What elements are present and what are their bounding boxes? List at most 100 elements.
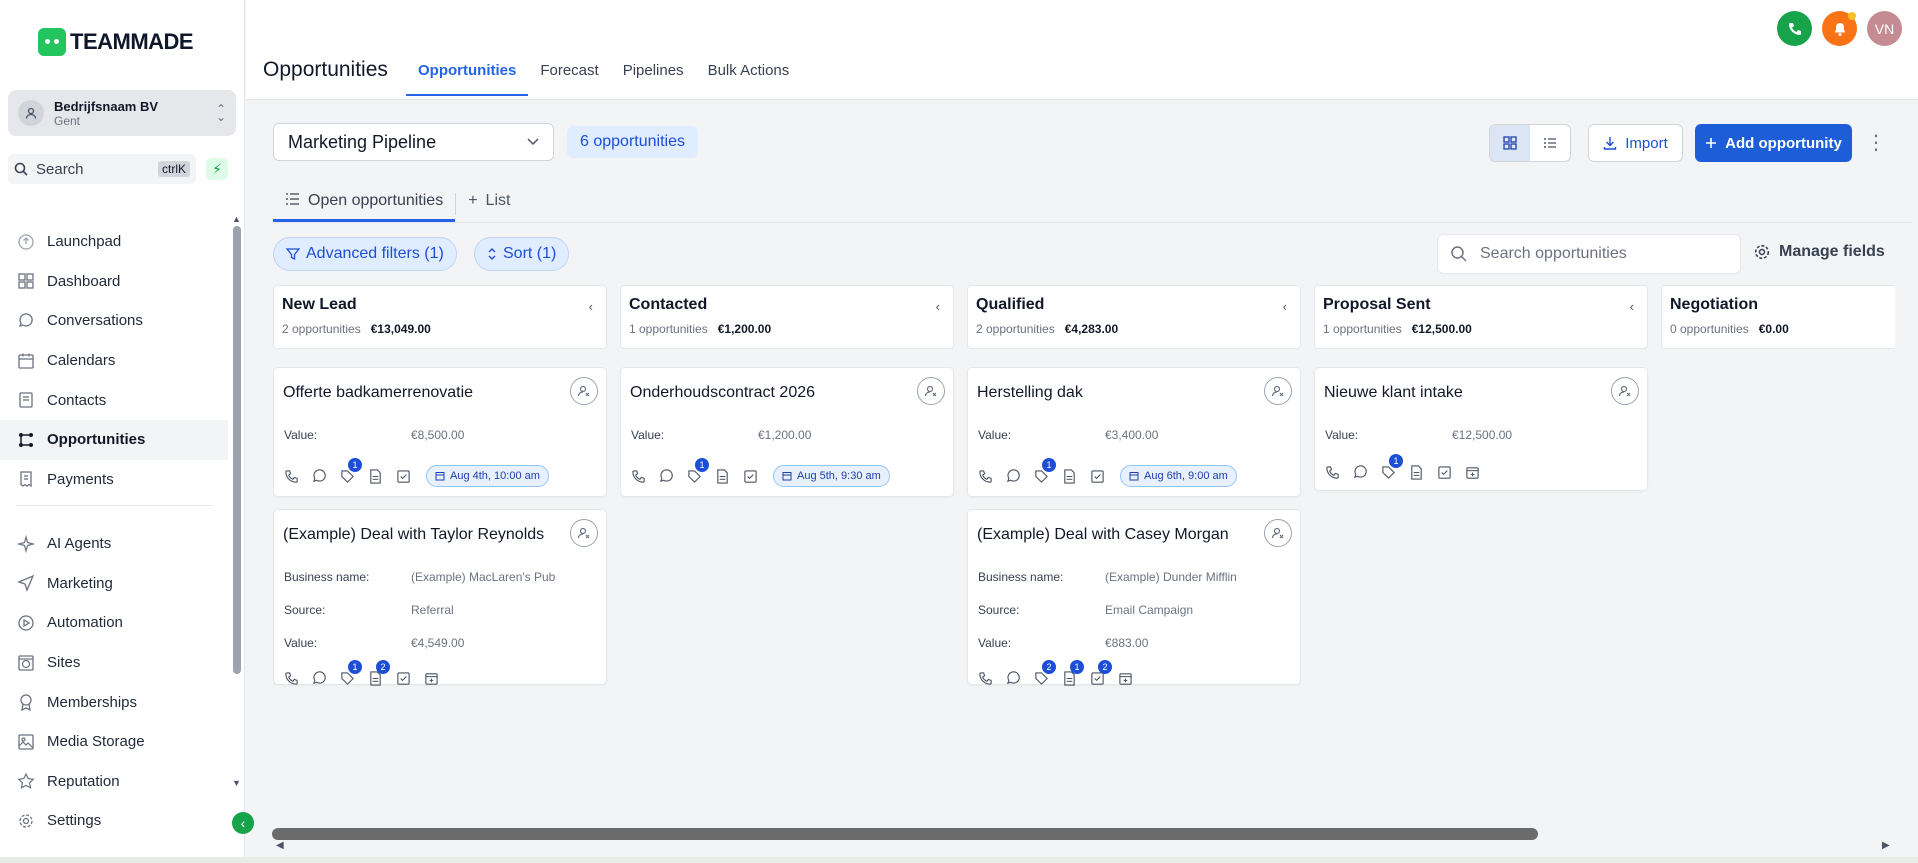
- phone-icon[interactable]: [978, 466, 1006, 486]
- chevron-left-icon[interactable]: ‹: [589, 299, 593, 314]
- opportunity-count-badge: 6 opportunities: [567, 126, 698, 158]
- tag-icon[interactable]: 1: [1381, 454, 1409, 482]
- task-icon[interactable]: 2: [1090, 660, 1118, 688]
- tag-icon[interactable]: 1: [1034, 458, 1062, 486]
- appointment-chip[interactable]: Aug 5th, 9:30 am: [773, 465, 890, 487]
- chevron-left-icon[interactable]: ‹: [1283, 299, 1287, 314]
- phone-icon[interactable]: [978, 668, 1006, 688]
- document-icon[interactable]: [1062, 466, 1090, 486]
- chat-icon[interactable]: [1353, 462, 1381, 482]
- pipeline-select[interactable]: Marketing Pipeline: [273, 123, 554, 161]
- sidebar-item-opportunities[interactable]: Opportunities: [0, 419, 228, 460]
- chat-icon[interactable]: [1006, 668, 1034, 688]
- opportunity-card[interactable]: Offerte badkamerrenovatie Value: €8,500.0…: [273, 367, 607, 497]
- board-horizontal-scrollbar[interactable]: [272, 828, 1538, 840]
- tag-icon[interactable]: 2: [1034, 660, 1062, 688]
- assign-user-icon[interactable]: [1264, 519, 1292, 547]
- chat-icon[interactable]: [312, 466, 340, 486]
- task-icon[interactable]: [1090, 466, 1118, 486]
- scroll-down-icon[interactable]: ▼: [232, 778, 241, 788]
- assign-user-icon[interactable]: [570, 519, 598, 547]
- manage-fields-button[interactable]: Manage fields: [1753, 243, 1885, 261]
- sidebar-item-contacts[interactable]: Contacts: [0, 380, 228, 420]
- sidebar-item-automation[interactable]: Automation: [0, 603, 228, 643]
- document-icon[interactable]: 1: [1062, 660, 1090, 688]
- add-opportunity-button[interactable]: Add opportunity: [1695, 124, 1852, 162]
- sidebar-item-ai-agents[interactable]: AI Agents: [0, 524, 228, 564]
- sidebar-item-launchpad[interactable]: Launchpad: [0, 222, 228, 262]
- calendar-add-icon[interactable]: [1465, 462, 1493, 482]
- task-icon[interactable]: [743, 466, 771, 486]
- phone-icon[interactable]: [631, 466, 659, 486]
- document-icon[interactable]: [715, 466, 743, 486]
- phone-icon[interactable]: [284, 466, 312, 486]
- chevron-left-icon[interactable]: ‹: [1630, 299, 1634, 314]
- collapse-sidebar-icon[interactable]: ‹: [232, 812, 254, 834]
- import-button[interactable]: Import: [1588, 124, 1683, 162]
- task-icon[interactable]: [1437, 462, 1465, 482]
- bell-icon[interactable]: [1822, 11, 1857, 46]
- assign-user-icon[interactable]: [917, 377, 945, 405]
- sidebar-item-calendars[interactable]: Calendars: [0, 341, 228, 381]
- sidebar-scrollbar[interactable]: [233, 226, 241, 674]
- document-icon[interactable]: 2: [368, 660, 396, 688]
- sidebar-item-payments[interactable]: Payments: [0, 460, 228, 500]
- lightning-icon[interactable]: ⚡: [206, 158, 228, 180]
- chat-icon[interactable]: [1006, 466, 1034, 486]
- appointment-chip[interactable]: Aug 4th, 10:00 am: [426, 465, 549, 487]
- sidebar-item-settings[interactable]: Settings: [0, 801, 228, 841]
- tag-icon[interactable]: 1: [340, 458, 368, 486]
- tab-forecast[interactable]: Forecast: [528, 52, 610, 96]
- view-toggle: [1489, 124, 1571, 162]
- sidebar-item-marketing[interactable]: Marketing: [0, 564, 228, 604]
- opportunity-card[interactable]: (Example) Deal with Casey Morgan Busines…: [967, 509, 1301, 688]
- calendar-add-icon[interactable]: [1118, 668, 1146, 688]
- assign-user-icon[interactable]: [1611, 377, 1639, 405]
- brand-logo[interactable]: TEAMMADE: [38, 28, 194, 56]
- chat-icon[interactable]: [659, 466, 687, 486]
- board-view-icon[interactable]: [1490, 125, 1530, 161]
- scroll-left-icon[interactable]: ◀: [276, 840, 284, 851]
- sort-button[interactable]: Sort (1): [474, 237, 570, 271]
- global-search[interactable]: Search ctrlK: [8, 154, 196, 184]
- list-view-icon[interactable]: [1530, 125, 1570, 161]
- phone-icon[interactable]: [284, 668, 312, 688]
- appointment-chip[interactable]: Aug 6th, 9:00 am: [1120, 465, 1237, 487]
- opportunity-card[interactable]: (Example) Deal with Taylor Reynolds Busi…: [273, 509, 607, 688]
- tag-icon[interactable]: 1: [687, 458, 715, 486]
- tag-icon[interactable]: 1: [340, 660, 368, 688]
- sidebar-item-conversations[interactable]: Conversations: [0, 301, 228, 341]
- avatar[interactable]: VN: [1867, 11, 1902, 46]
- assign-user-icon[interactable]: [570, 377, 598, 405]
- opportunity-card[interactable]: Onderhoudscontract 2026 Value: €1,200.00 …: [620, 367, 954, 497]
- search-opportunities-input[interactable]: Search opportunities: [1437, 234, 1741, 274]
- chat-icon[interactable]: [312, 668, 340, 688]
- advanced-filters-button[interactable]: Advanced filters (1): [273, 237, 457, 271]
- tab-add-list[interactable]: + List: [456, 186, 522, 222]
- document-icon[interactable]: [1409, 462, 1437, 482]
- assign-user-icon[interactable]: [1264, 377, 1292, 405]
- sidebar-item-sites[interactable]: Sites: [0, 643, 228, 683]
- appointment-date: Aug 4th, 10:00 am: [450, 470, 540, 482]
- phone-icon[interactable]: [1325, 462, 1353, 482]
- sidebar-item-reputation[interactable]: Reputation: [0, 762, 228, 802]
- calendar-add-icon[interactable]: [424, 668, 452, 688]
- sidebar-item-dashboard[interactable]: Dashboard: [0, 262, 228, 302]
- document-icon[interactable]: [368, 466, 396, 486]
- sidebar-item-media-storage[interactable]: Media Storage: [0, 722, 228, 762]
- tab-opportunities[interactable]: Opportunities: [406, 52, 529, 96]
- chevron-left-icon[interactable]: ‹: [936, 299, 940, 314]
- scroll-right-icon[interactable]: ▶: [1882, 840, 1890, 851]
- tab-pipelines[interactable]: Pipelines: [611, 52, 696, 96]
- task-icon[interactable]: [396, 668, 424, 688]
- more-vertical-icon[interactable]: ⋮: [1866, 130, 1886, 155]
- company-switcher[interactable]: Bedrijfsnaam BV Gent ⌃ ⌄: [8, 90, 236, 136]
- tab-open-opportunities[interactable]: Open opportunities: [273, 186, 456, 222]
- tab-bulk-actions[interactable]: Bulk Actions: [696, 52, 802, 96]
- opportunity-card[interactable]: Herstelling dak Value: €3,400.00 1 Aug 6t…: [967, 367, 1301, 497]
- opportunity-card[interactable]: Nieuwe klant intake Value: €12,500.00 1: [1314, 367, 1648, 491]
- phone-icon[interactable]: [1777, 11, 1812, 46]
- scroll-up-icon[interactable]: ▲: [232, 214, 241, 224]
- sidebar-item-memberships[interactable]: Memberships: [0, 682, 228, 722]
- task-icon[interactable]: [396, 466, 424, 486]
